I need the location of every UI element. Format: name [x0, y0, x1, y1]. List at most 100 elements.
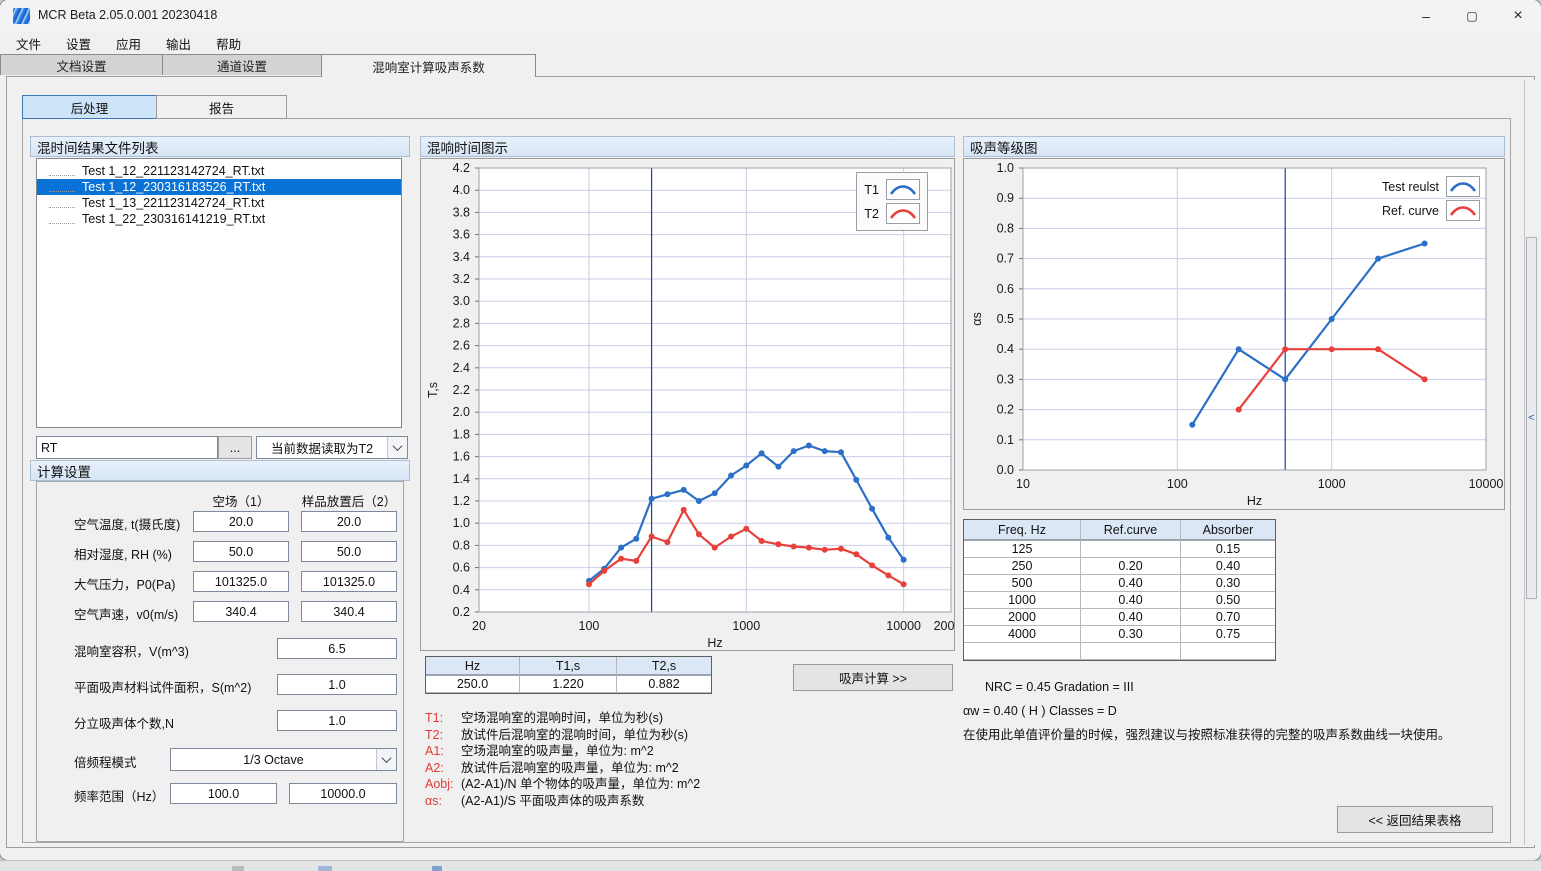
minimize-button[interactable]: –: [1403, 0, 1449, 32]
cell-abs: 0.15: [1181, 541, 1275, 558]
svg-text:0.9: 0.9: [997, 191, 1014, 205]
absorber-count-field[interactable]: [277, 710, 397, 731]
file-name: Test 1_22_230316141219_RT.txt: [82, 212, 265, 226]
svg-text:0.5: 0.5: [997, 312, 1014, 326]
cursor-t2-value: 0.882: [617, 676, 711, 693]
label-humidity: 相对湿度, RH (%): [74, 544, 172, 563]
cell-abs: 0.70: [1181, 609, 1275, 626]
tab-document-settings[interactable]: 文档设置: [0, 54, 163, 75]
subtab-postprocess[interactable]: 后处理: [22, 95, 157, 119]
cell-ref: 0.40: [1081, 592, 1181, 609]
svg-text:3.6: 3.6: [453, 228, 470, 242]
air-temp-field-1[interactable]: [193, 511, 289, 532]
air-temp-field-2[interactable]: [301, 511, 397, 532]
room-volume-field[interactable]: [277, 638, 397, 659]
freq-max-field[interactable]: [289, 783, 397, 804]
maximize-button[interactable]: ▢: [1449, 0, 1495, 32]
menu-output[interactable]: 输出: [162, 32, 195, 55]
cell-freq: 4000: [964, 626, 1081, 643]
svg-text:2.2: 2.2: [453, 383, 470, 397]
ann-label-a2: A2:: [425, 760, 461, 777]
label-octave-mode: 倍频程模式: [74, 752, 137, 771]
svg-text:0.6: 0.6: [997, 282, 1014, 296]
ann-label-t1: T1:: [425, 710, 461, 727]
absorber-col-freq: Freq. Hz: [964, 520, 1081, 541]
menu-apply[interactable]: 应用: [112, 32, 145, 55]
absorption-calc-button[interactable]: 吸声计算 >>: [793, 664, 953, 691]
sound-speed-field-2[interactable]: [301, 601, 397, 622]
octave-mode-value: 1/3 Octave: [171, 749, 376, 770]
file-name: Test 1_12_230316183526_RT.txt: [82, 180, 265, 194]
pressure-field-1[interactable]: [193, 571, 289, 592]
chevron-down-icon[interactable]: [376, 749, 396, 770]
tab-reverb-absorption[interactable]: 混响室计算吸声系数: [321, 54, 536, 77]
cell-abs: [1181, 643, 1275, 660]
return-results-button[interactable]: << 返回结果表格: [1337, 806, 1493, 833]
cell-freq: 250: [964, 558, 1081, 575]
main-tab-bar: 文档设置 通道设置 混响室计算吸声系数: [0, 54, 1541, 76]
file-list-header: 混时间结果文件列表: [30, 136, 410, 157]
menu-help[interactable]: 帮助: [212, 32, 245, 55]
svg-text:1.0: 1.0: [997, 161, 1014, 175]
svg-text:3.2: 3.2: [453, 272, 470, 286]
humidity-field-1[interactable]: [193, 541, 289, 562]
pressure-field-2[interactable]: [301, 571, 397, 592]
svg-text:2.6: 2.6: [453, 339, 470, 353]
file-list-item[interactable]: Test 1_12_221123142724_RT.txt: [37, 163, 401, 179]
svg-text:20: 20: [472, 619, 486, 633]
svg-text:1.2: 1.2: [453, 494, 470, 508]
svg-text:10: 10: [1016, 477, 1030, 491]
svg-text:0.2: 0.2: [453, 605, 470, 619]
file-list-item[interactable]: Test 1_13_221123142724_RT.txt: [37, 195, 401, 211]
ann-label-aobj: Aobj:: [425, 776, 461, 793]
cursor-t1-value: 1.220: [520, 676, 617, 693]
cell-freq: 2000: [964, 609, 1081, 626]
app-icon: [13, 8, 30, 24]
humidity-field-2[interactable]: [301, 541, 397, 562]
svg-text:1.4: 1.4: [453, 472, 470, 486]
freq-min-field[interactable]: [170, 783, 277, 804]
cell-abs: 0.75: [1181, 626, 1275, 643]
ann-text-aobj: (A2-A1)/N 单个物体的吸声量，单位为: m^2: [461, 776, 700, 793]
ann-text-t1: 空场混响室的混响时间，单位为秒(s): [461, 710, 663, 727]
taskbar-icon-fragment: [432, 866, 442, 871]
ann-label-as: αs:: [425, 793, 461, 810]
collapse-left-icon: <: [1528, 412, 1534, 424]
cell-abs: 0.50: [1181, 592, 1275, 609]
svg-text:0.4: 0.4: [453, 583, 470, 597]
svg-text:1.0: 1.0: [453, 516, 470, 530]
splitter-collapse-handle[interactable]: <: [1526, 237, 1537, 599]
label-sample-area: 平面吸声材料试件面积，S(m^2): [74, 677, 251, 696]
browse-button[interactable]: ...: [218, 436, 252, 459]
menu-settings[interactable]: 设置: [62, 32, 95, 55]
menu-file[interactable]: 文件: [12, 32, 45, 55]
cell-freq: 125: [964, 541, 1081, 558]
data-mode-dropdown[interactable]: 当前数据读取为T2: [256, 436, 408, 459]
svg-text:4.0: 4.0: [453, 183, 470, 197]
chevron-down-icon[interactable]: [387, 437, 407, 458]
file-list-item[interactable]: Test 1_22_230316141219_RT.txt: [37, 211, 401, 227]
cell-ref: [1081, 643, 1181, 660]
octave-mode-dropdown[interactable]: 1/3 Octave: [170, 748, 397, 771]
sound-speed-field-1[interactable]: [193, 601, 289, 622]
file-list-item-selected[interactable]: Test 1_12_230316183526_RT.txt: [37, 179, 401, 195]
ann-text-as: (A2-A1)/S 平面吸声体的吸声系数: [461, 793, 644, 810]
rt-name-input[interactable]: [36, 436, 218, 459]
tab-channel-settings[interactable]: 通道设置: [162, 54, 322, 75]
tree-branch-icon: [49, 214, 75, 224]
ann-label-t2: T2:: [425, 727, 461, 744]
cell-ref: 0.30: [1081, 626, 1181, 643]
column-header-with-sample: 样品放置后（2）: [285, 491, 413, 510]
rt-chart[interactable]: 0.20.40.60.81.01.21.41.61.82.02.22.42.62…: [421, 159, 954, 650]
close-button[interactable]: ×: [1495, 0, 1541, 32]
title-bar: MCR Beta 2.05.0.001 20230418 – ▢ ×: [0, 0, 1541, 32]
sample-area-field[interactable]: [277, 674, 397, 695]
svg-text:1000: 1000: [732, 619, 760, 633]
grade-chart-header: 吸声等级图: [963, 136, 1505, 157]
svg-text:0.8: 0.8: [997, 221, 1014, 235]
subtab-report[interactable]: 报告: [156, 95, 287, 119]
file-name: Test 1_13_221123142724_RT.txt: [82, 196, 264, 210]
rt-chart-header: 混响时间图示: [420, 136, 955, 157]
ann-text-t2: 放试件后混响室的混响时间，单位为秒(s): [461, 727, 688, 744]
svg-text:100: 100: [1167, 477, 1188, 491]
